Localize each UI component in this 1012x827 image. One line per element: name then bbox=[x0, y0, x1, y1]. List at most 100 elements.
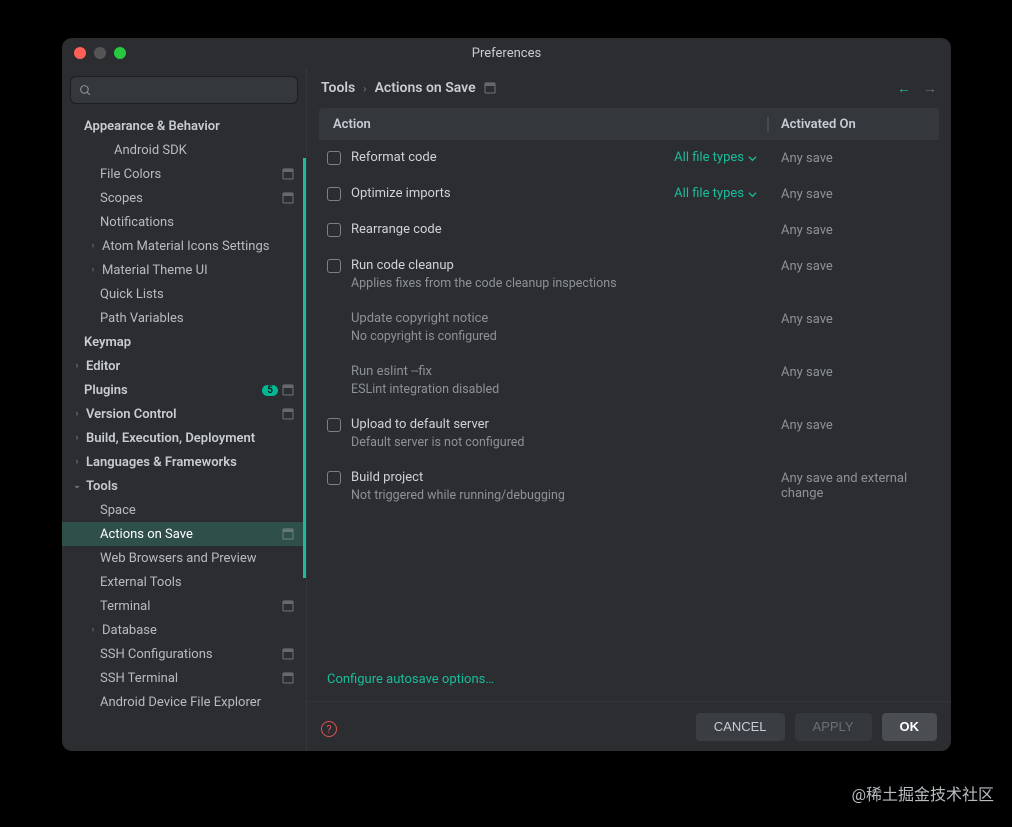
sidebar-item-ssh-terminal[interactable]: SSH Terminal bbox=[62, 666, 306, 690]
close-icon[interactable] bbox=[74, 47, 86, 59]
sidebar-item-label: Plugins bbox=[84, 383, 262, 398]
sidebar-item-label: Keymap bbox=[84, 335, 300, 350]
sidebar-item-editor[interactable]: ›Editor bbox=[62, 354, 306, 378]
sidebar-item-label: Quick Lists bbox=[100, 287, 300, 302]
sidebar-item-label: Appearance & Behavior bbox=[84, 119, 300, 134]
checkbox[interactable] bbox=[327, 471, 341, 485]
sidebar-item-database[interactable]: ›Database bbox=[62, 618, 306, 642]
activated-on: Any save bbox=[769, 186, 939, 202]
activated-on: Any save bbox=[769, 222, 939, 238]
update-count-badge: 5 bbox=[262, 385, 278, 396]
preferences-window: Preferences Appearance & Behavior Android… bbox=[62, 38, 951, 751]
file-types-dropdown[interactable]: All file types bbox=[674, 186, 757, 201]
action-description: Default server is not configured bbox=[351, 435, 769, 450]
sidebar-item-label: Database bbox=[102, 623, 300, 638]
sidebar-item-file-colors[interactable]: File Colors bbox=[62, 162, 306, 186]
activated-on: Any save bbox=[769, 150, 939, 166]
zoom-icon[interactable] bbox=[114, 47, 126, 59]
chevron-down-icon bbox=[748, 190, 757, 199]
activated-on: Any save bbox=[769, 417, 939, 450]
sidebar-item-space[interactable]: Space bbox=[62, 498, 306, 522]
search-input[interactable] bbox=[98, 83, 289, 98]
action-name: Run eslint --fix bbox=[351, 364, 769, 379]
sidebar-item-quick-lists[interactable]: Quick Lists bbox=[62, 282, 306, 306]
chevron-icon: › bbox=[70, 361, 84, 371]
nav-back-button[interactable]: ← bbox=[897, 80, 911, 97]
help-icon[interactable]: ? bbox=[321, 721, 337, 737]
checkbox[interactable] bbox=[327, 418, 341, 432]
sidebar-item-label: Actions on Save bbox=[100, 527, 282, 542]
chevron-icon: › bbox=[70, 433, 84, 443]
nav-forward-button[interactable]: → bbox=[923, 80, 937, 97]
sidebar-item-label: Android Device File Explorer bbox=[100, 695, 300, 710]
action-row: Run code cleanup Applies fixes from the c… bbox=[319, 248, 939, 301]
actions-table: Reformat codeAll file types Any saveOpti… bbox=[307, 140, 951, 658]
sidebar-item-keymap[interactable]: Keymap bbox=[62, 330, 306, 354]
action-row: Update copyright noticeNo copyright is c… bbox=[319, 301, 939, 354]
minimize-icon[interactable] bbox=[94, 47, 106, 59]
checkbox[interactable] bbox=[327, 151, 341, 165]
cancel-button[interactable]: CANCEL bbox=[696, 713, 785, 741]
sidebar-item-external-tools[interactable]: External Tools bbox=[62, 570, 306, 594]
configure-autosave-link[interactable]: Configure autosave options… bbox=[307, 658, 951, 701]
sidebar-item-label: Terminal bbox=[100, 599, 282, 614]
chevron-right-icon: › bbox=[363, 82, 366, 95]
sidebar-item-label: Editor bbox=[86, 359, 300, 374]
sidebar-item-label: Android SDK bbox=[114, 143, 300, 158]
sidebar-item-android-device-file-explorer[interactable]: Android Device File Explorer bbox=[62, 690, 306, 714]
sidebar-item-languages-frameworks[interactable]: ›Languages & Frameworks bbox=[62, 450, 306, 474]
dialog-footer: CANCEL APPLY OK bbox=[307, 701, 951, 751]
sidebar-item-label: Languages & Frameworks bbox=[86, 455, 300, 470]
activated-on: Any save and external change bbox=[769, 470, 939, 503]
crumb-actions-on-save: Actions on Save bbox=[375, 80, 476, 96]
action-name: Build project bbox=[351, 470, 769, 485]
sidebar-item-atom-material-icons-settings[interactable]: ›Atom Material Icons Settings bbox=[62, 234, 306, 258]
ok-button[interactable]: OK bbox=[882, 713, 938, 741]
sidebar-item-android-sdk[interactable]: Android SDK bbox=[62, 138, 306, 162]
sidebar-item-label: Tools bbox=[86, 479, 300, 494]
sidebar-item-notifications[interactable]: Notifications bbox=[62, 210, 306, 234]
action-name: Run code cleanup bbox=[351, 258, 769, 273]
action-description: ESLint integration disabled bbox=[351, 382, 769, 397]
chevron-icon: › bbox=[86, 625, 100, 635]
activated-on: Any save bbox=[769, 311, 939, 344]
sidebar-item-actions-on-save[interactable]: Actions on Save bbox=[62, 522, 306, 546]
sidebar-item-scopes[interactable]: Scopes bbox=[62, 186, 306, 210]
sidebar-item-label: Notifications bbox=[100, 215, 300, 230]
sidebar-item-label: Version Control bbox=[86, 407, 282, 422]
traffic-lights bbox=[74, 47, 126, 59]
sidebar-item-terminal[interactable]: Terminal bbox=[62, 594, 306, 618]
sidebar-item-appearance-behavior[interactable]: Appearance & Behavior bbox=[62, 114, 306, 138]
sidebar-item-material-theme-ui[interactable]: ›Material Theme UI bbox=[62, 258, 306, 282]
search-icon bbox=[79, 84, 92, 97]
search-box[interactable] bbox=[70, 76, 298, 104]
settings-tree[interactable]: Appearance & Behavior Android SDK File Col… bbox=[62, 110, 306, 751]
sidebar-item-path-variables[interactable]: Path Variables bbox=[62, 306, 306, 330]
crumb-tools[interactable]: Tools bbox=[321, 80, 355, 96]
sidebar-item-plugins[interactable]: Plugins5 bbox=[62, 378, 306, 402]
sidebar-item-tools[interactable]: ⌄Tools bbox=[62, 474, 306, 498]
sidebar-item-label: Scopes bbox=[100, 191, 282, 206]
project-scope-icon bbox=[484, 82, 496, 94]
checkbox[interactable] bbox=[327, 259, 341, 273]
sidebar-item-build-execution-deployment[interactable]: ›Build, Execution, Deployment bbox=[62, 426, 306, 450]
action-description: Applies fixes from the code cleanup insp… bbox=[351, 276, 769, 291]
window-title: Preferences bbox=[62, 46, 951, 61]
checkbox[interactable] bbox=[327, 187, 341, 201]
col-action: Action bbox=[319, 117, 769, 132]
checkbox[interactable] bbox=[327, 223, 341, 237]
sidebar-item-version-control[interactable]: ›Version Control bbox=[62, 402, 306, 426]
file-types-dropdown[interactable]: All file types bbox=[674, 150, 757, 165]
chevron-icon: › bbox=[70, 409, 84, 419]
action-name: Rearrange code bbox=[351, 222, 769, 237]
action-row: Build projectNot triggered while running… bbox=[319, 460, 939, 513]
col-activated: Activated On bbox=[769, 117, 939, 132]
action-row: Rearrange codeAny save bbox=[319, 212, 939, 248]
sidebar-item-web-browsers-and-preview[interactable]: Web Browsers and Preview bbox=[62, 546, 306, 570]
apply-button[interactable]: APPLY bbox=[795, 713, 872, 741]
chevron-icon: › bbox=[70, 457, 84, 467]
sidebar-item-label: Atom Material Icons Settings bbox=[102, 239, 300, 254]
sidebar-item-ssh-configurations[interactable]: SSH Configurations bbox=[62, 642, 306, 666]
sidebar-item-label: SSH Configurations bbox=[100, 647, 282, 662]
chevron-icon: › bbox=[86, 241, 100, 251]
